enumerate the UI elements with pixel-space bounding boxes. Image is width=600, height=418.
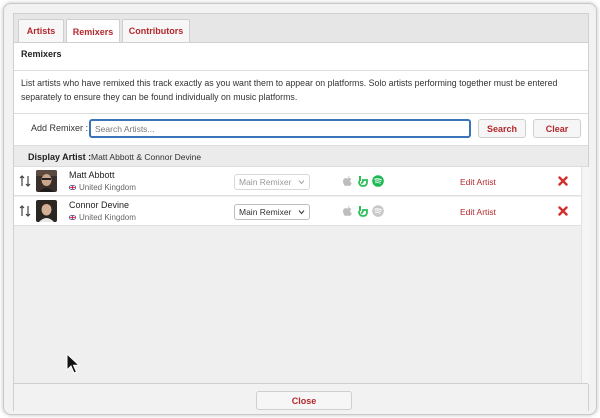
reorder-arrows-icon[interactable] xyxy=(19,205,31,217)
search-button[interactable]: Search xyxy=(478,119,526,138)
role-select[interactable]: Main Remixer xyxy=(234,204,310,220)
display-artist-bar: Display Artist : Matt Abbott & Connor De… xyxy=(14,145,588,167)
artist-avatar xyxy=(36,200,57,222)
mouse-cursor-icon xyxy=(66,353,80,374)
audiomack-icon xyxy=(358,176,368,187)
artist-avatar xyxy=(36,170,57,192)
remove-x-icon[interactable] xyxy=(558,206,568,216)
artist-row: Connor Devine United Kingdom Main Remixe… xyxy=(14,197,581,226)
uk-flag-icon xyxy=(69,185,76,190)
artist-country: United Kingdom xyxy=(69,213,136,222)
panel-title: Remixers xyxy=(21,49,62,59)
artist-name: Matt Abbott xyxy=(69,170,115,180)
add-remixer-label: Add Remixer : xyxy=(31,123,89,133)
clear-button[interactable]: Clear xyxy=(533,119,581,138)
divider xyxy=(14,70,588,71)
display-artist-value: Matt Abbott & Connor Devine xyxy=(91,152,202,162)
tab-artists[interactable]: Artists xyxy=(18,19,64,42)
role-value: Main Remixer xyxy=(239,207,292,217)
remixers-panel: Remixers List artists who have remixed t… xyxy=(14,42,590,384)
uk-flag-icon xyxy=(69,215,76,220)
role-select[interactable]: Main Remixer xyxy=(234,174,310,190)
artist-country: United Kingdom xyxy=(69,183,136,192)
edit-artist-link[interactable]: Edit Artist xyxy=(460,207,496,217)
role-value: Main Remixer xyxy=(239,177,292,187)
scrollbar[interactable] xyxy=(581,167,590,384)
country-label: United Kingdom xyxy=(79,183,136,192)
display-artist-label: Display Artist : xyxy=(28,152,92,162)
remove-x-icon[interactable] xyxy=(558,176,568,186)
artist-list: Matt Abbott United Kingdom Main Remixer xyxy=(14,167,581,384)
divider xyxy=(14,113,588,114)
country-label: United Kingdom xyxy=(79,213,136,222)
artist-name: Connor Devine xyxy=(69,200,130,210)
dialog-footer: Close xyxy=(14,383,588,412)
apple-music-icon xyxy=(342,205,352,216)
apple-music-icon xyxy=(342,175,352,186)
spotify-icon xyxy=(372,205,384,217)
artist-search-input[interactable] xyxy=(89,119,471,138)
tab-bar: Artists Remixers Contributors xyxy=(14,14,588,43)
window-frame: Artists Remixers Contributors Remixers L… xyxy=(3,3,597,415)
chevron-down-icon xyxy=(298,180,305,185)
tab-remixers[interactable]: Remixers xyxy=(66,19,120,43)
edit-artist-link[interactable]: Edit Artist xyxy=(460,177,496,187)
tab-contributors[interactable]: Contributors xyxy=(122,19,190,42)
panel-description: List artists who have remixed this track… xyxy=(21,78,558,102)
audiomack-icon xyxy=(358,206,368,217)
close-button[interactable]: Close xyxy=(256,391,352,410)
artist-row: Matt Abbott United Kingdom Main Remixer xyxy=(14,167,581,196)
chevron-down-icon xyxy=(298,210,305,215)
remixers-dialog: Artists Remixers Contributors Remixers L… xyxy=(13,13,590,412)
reorder-arrows-icon[interactable] xyxy=(19,175,31,187)
spotify-icon xyxy=(372,175,384,187)
